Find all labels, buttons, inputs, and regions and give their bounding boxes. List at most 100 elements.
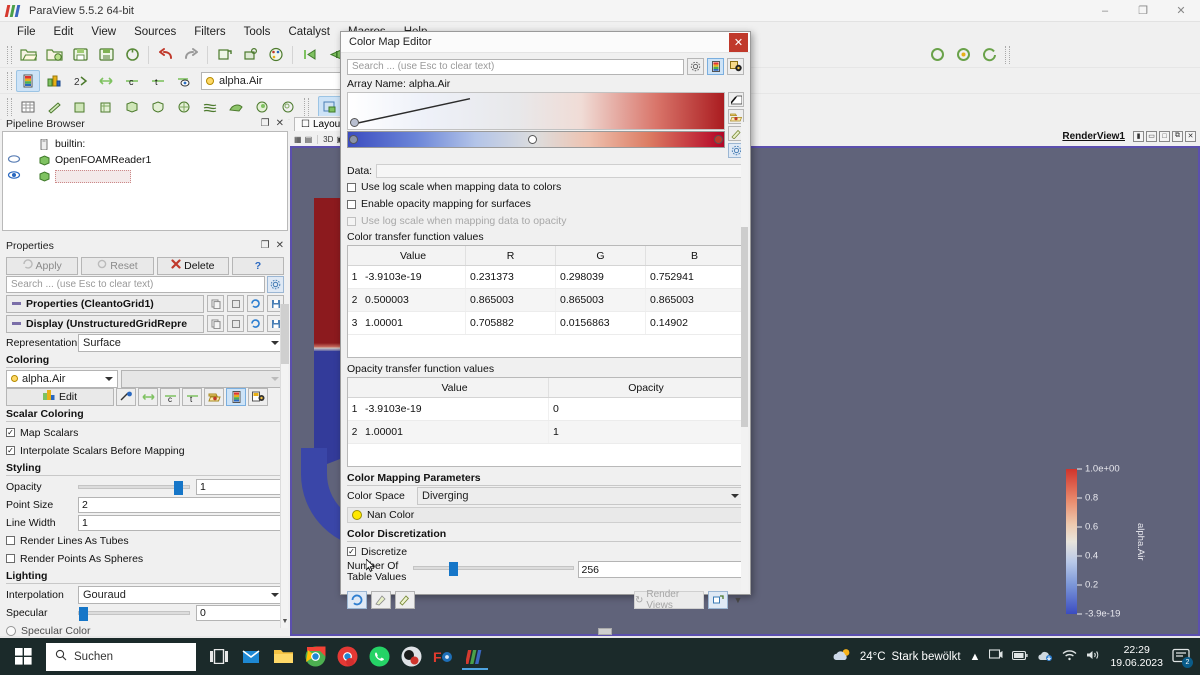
opacity-slider[interactable] <box>78 485 190 489</box>
open-file-icon[interactable] <box>16 44 40 66</box>
contour-icon[interactable] <box>276 96 300 118</box>
color-space-select[interactable]: Diverging <box>417 487 744 505</box>
reload-icon[interactable] <box>120 44 144 66</box>
connect-server-icon[interactable] <box>212 44 236 66</box>
cell-g[interactable]: 0.0156863 <box>556 312 646 334</box>
clock-widget[interactable]: 22:29 19.06.2023 <box>1110 644 1163 670</box>
open-recent-icon[interactable] <box>42 44 66 66</box>
search-input[interactable]: Suchen <box>46 643 196 671</box>
rescale-to-data-range-icon[interactable] <box>116 388 136 406</box>
color-map-editor-close-button[interactable]: ✕ <box>729 33 748 52</box>
table-row[interactable]: 1 -3.9103e-19 0 <box>348 398 743 421</box>
table-empty-area[interactable] <box>348 444 743 466</box>
properties-scrollbar[interactable]: ▼ <box>280 304 288 628</box>
render-lines-tubes-checkbox[interactable] <box>6 536 15 545</box>
paste-properties-icon[interactable] <box>227 295 244 312</box>
visibility-toggle[interactable] <box>7 137 21 151</box>
obs-icon[interactable] <box>398 644 424 670</box>
onedrive-icon[interactable] <box>1037 650 1053 664</box>
representation-select[interactable]: Surface <box>78 334 284 352</box>
color-control-point-min[interactable] <box>349 135 358 144</box>
menu-view[interactable]: View <box>82 24 125 40</box>
edit-color-legend-properties-icon[interactable] <box>248 388 268 406</box>
undo-icon[interactable] <box>153 44 177 66</box>
mail-icon[interactable] <box>238 644 264 670</box>
visibility-toggle[interactable] <box>7 153 21 167</box>
save-state-icon[interactable] <box>94 44 118 66</box>
opacity-input[interactable]: 1 <box>196 479 284 495</box>
color-control-point-max[interactable] <box>714 135 723 144</box>
cube-axes-icon[interactable] <box>120 96 144 118</box>
table-values-slider-handle[interactable] <box>449 562 458 576</box>
streamlines-icon[interactable] <box>198 96 222 118</box>
toolbar-grip[interactable] <box>304 98 309 116</box>
pipeline-item-rename-input[interactable] <box>55 170 131 183</box>
nan-color-swatch[interactable] <box>352 510 362 520</box>
view-resize-handle[interactable] <box>598 628 612 635</box>
apply-button[interactable]: Apply <box>6 257 78 275</box>
save-data-icon[interactable] <box>68 44 92 66</box>
cell-r[interactable]: 0.705882 <box>466 312 556 334</box>
reset-button[interactable]: Reset <box>81 257 153 275</box>
chevron-down-icon[interactable]: ▼ <box>732 595 744 605</box>
cell-opacity[interactable]: 1 <box>549 421 743 443</box>
cell-b[interactable]: 0.14902 <box>646 312 743 334</box>
weather-widget[interactable]: 24°C Stark bewölkt <box>832 647 961 666</box>
toolbar-grip[interactable] <box>7 46 12 64</box>
gear-icon[interactable] <box>267 276 284 293</box>
coloring-component-select[interactable] <box>121 370 284 388</box>
copy-properties-icon[interactable] <box>207 295 224 312</box>
gear-icon[interactable] <box>687 58 704 75</box>
copy-display-icon[interactable] <box>207 315 224 332</box>
windows-start-icon[interactable] <box>0 638 46 675</box>
table-row[interactable]: 2 1.00001 1 <box>348 421 743 444</box>
menu-edit[interactable]: Edit <box>45 24 83 40</box>
log-scale-colors-checkbox[interactable] <box>347 183 356 192</box>
table-row[interactable]: 3 1.00001 0.705882 0.0156863 0.14902 <box>348 312 743 335</box>
map-scalars-checkbox[interactable]: ✓ <box>6 428 15 437</box>
rescale-custom-range-icon[interactable] <box>138 388 158 406</box>
color-map-icon[interactable] <box>707 58 724 75</box>
maximize-button[interactable]: ❐ <box>1124 0 1162 22</box>
color-palette-icon[interactable] <box>264 44 288 66</box>
view-layout-icon[interactable] <box>318 96 342 118</box>
wifi-icon[interactable] <box>1062 649 1077 664</box>
toolbar-grip[interactable] <box>1005 46 1010 64</box>
table-row[interactable]: 1 -3.9103e-19 0.231373 0.298039 0.752941 <box>348 266 743 289</box>
properties-group-button[interactable]: Properties (CleantoGrid1) <box>6 295 204 313</box>
opacity-transfer-function-editor[interactable] <box>347 92 725 130</box>
point-size-input[interactable]: 2 <box>78 497 284 513</box>
array-selector[interactable]: alpha.Air <box>201 72 356 90</box>
chevron-down-icon[interactable]: ▼ <box>281 618 289 628</box>
rescale-to-data-range-icon[interactable] <box>347 591 367 609</box>
interpolate-scalars-checkbox[interactable]: ✓ <box>6 446 15 455</box>
invert-transfer-function-icon[interactable] <box>728 92 744 107</box>
properties-search-input[interactable]: Search ... (use Esc to clear text) <box>6 276 265 293</box>
opacity-map-icon[interactable] <box>727 58 744 75</box>
maximize-icon[interactable]: □ <box>1159 131 1170 142</box>
cell-g[interactable]: 0.865003 <box>556 289 646 311</box>
chrome-icon[interactable] <box>302 644 328 670</box>
sphere-icon[interactable] <box>172 96 196 118</box>
cell-value[interactable]: 1.00001 <box>361 312 466 334</box>
rescale-time-icon[interactable]: c <box>120 70 144 92</box>
battery-icon[interactable] <box>1012 650 1028 664</box>
opacity-mapping-checkbox[interactable] <box>347 200 356 209</box>
pipeline-item-openfoamreader1[interactable]: OpenFOAMReader1 <box>5 152 285 168</box>
warp-icon[interactable] <box>224 96 248 118</box>
interpolation-select[interactable]: Gouraud <box>78 586 284 604</box>
redo-icon[interactable] <box>179 44 203 66</box>
notification-icon[interactable]: 2 <box>1172 648 1192 666</box>
discretize-checkbox[interactable]: ✓ <box>347 547 356 556</box>
color-transfer-function-table[interactable]: Value R G B 1 -3.9103e-19 0.231373 0.298… <box>347 245 744 358</box>
paraview-icon[interactable] <box>462 644 488 670</box>
cell-b[interactable]: 0.752941 <box>646 266 743 288</box>
color-map-icon[interactable] <box>16 70 40 92</box>
rescale-to-visible-icon[interactable] <box>395 591 415 609</box>
specular-slider[interactable] <box>78 611 190 615</box>
edit-color-map-button[interactable]: Edit <box>6 388 114 406</box>
clip-icon[interactable] <box>250 96 274 118</box>
menu-sources[interactable]: Sources <box>125 24 185 40</box>
cell-r[interactable]: 0.231373 <box>466 266 556 288</box>
toolbar-grip[interactable] <box>7 72 12 90</box>
